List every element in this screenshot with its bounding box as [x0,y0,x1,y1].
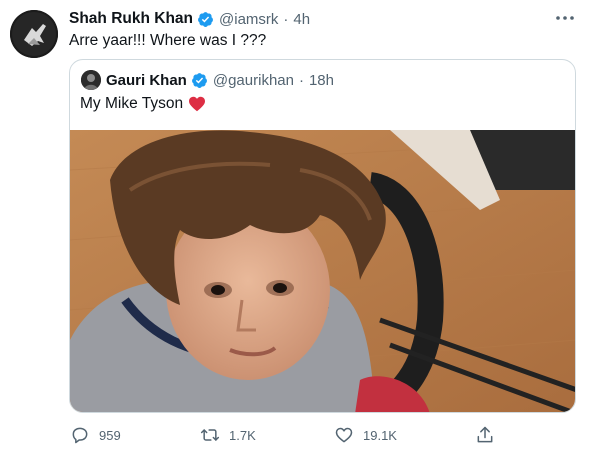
verified-badge-icon [197,11,214,28]
author-avatar[interactable] [10,10,58,58]
like-icon [334,425,354,445]
author-name[interactable]: Shah Rukh Khan [69,10,193,28]
tweet-timestamp[interactable]: 4h [293,11,310,28]
red-heart-icon [188,96,206,112]
like-count: 19.1K [363,427,397,443]
tweet-header: Shah Rukh Khan @iamsrk · 4h [69,8,310,30]
separator-dot: · [298,71,304,89]
retweet-icon [200,425,220,445]
quoted-tweet-text-row: My Mike Tyson [80,95,206,113]
reply-count: 959 [99,427,121,443]
tweet-text: Arre yaar!!! Where was I ??? [69,32,267,49]
quoted-tweet-header: Gauri Khan @gaurikhan · 18h [106,69,334,91]
tweet-actions: 959 1.7K 19.1K [0,420,591,450]
quoted-tweet-text: My Mike Tyson [80,95,184,112]
quoted-tweet[interactable]: Gauri Khan @gaurikhan · 18h My Mike Tyso… [69,59,576,413]
tweet: Shah Rukh Khan @iamsrk · 4h Arre yaar!!!… [0,0,591,455]
verified-badge-icon [191,72,208,89]
quoted-avatar-image [81,70,101,90]
child-photo-image [70,130,575,412]
reply-icon [70,425,90,445]
reply-button[interactable]: 959 [70,424,121,446]
more-options-icon[interactable] [553,9,577,27]
retweet-count: 1.7K [229,427,256,443]
like-button[interactable]: 19.1K [334,424,397,446]
share-button[interactable] [475,424,495,446]
separator-dot: · [283,10,289,28]
quoted-author-avatar[interactable] [81,70,101,90]
quoted-author-handle[interactable]: @gaurikhan [213,72,294,89]
retweet-button[interactable]: 1.7K [200,424,256,446]
quoted-author-name[interactable]: Gauri Khan [106,72,187,89]
quoted-tweet-photo[interactable] [70,130,575,412]
quoted-tweet-timestamp[interactable]: 18h [309,72,334,89]
share-icon [475,425,495,445]
author-handle[interactable]: @iamsrk [219,11,278,28]
avatar-image [10,10,58,58]
